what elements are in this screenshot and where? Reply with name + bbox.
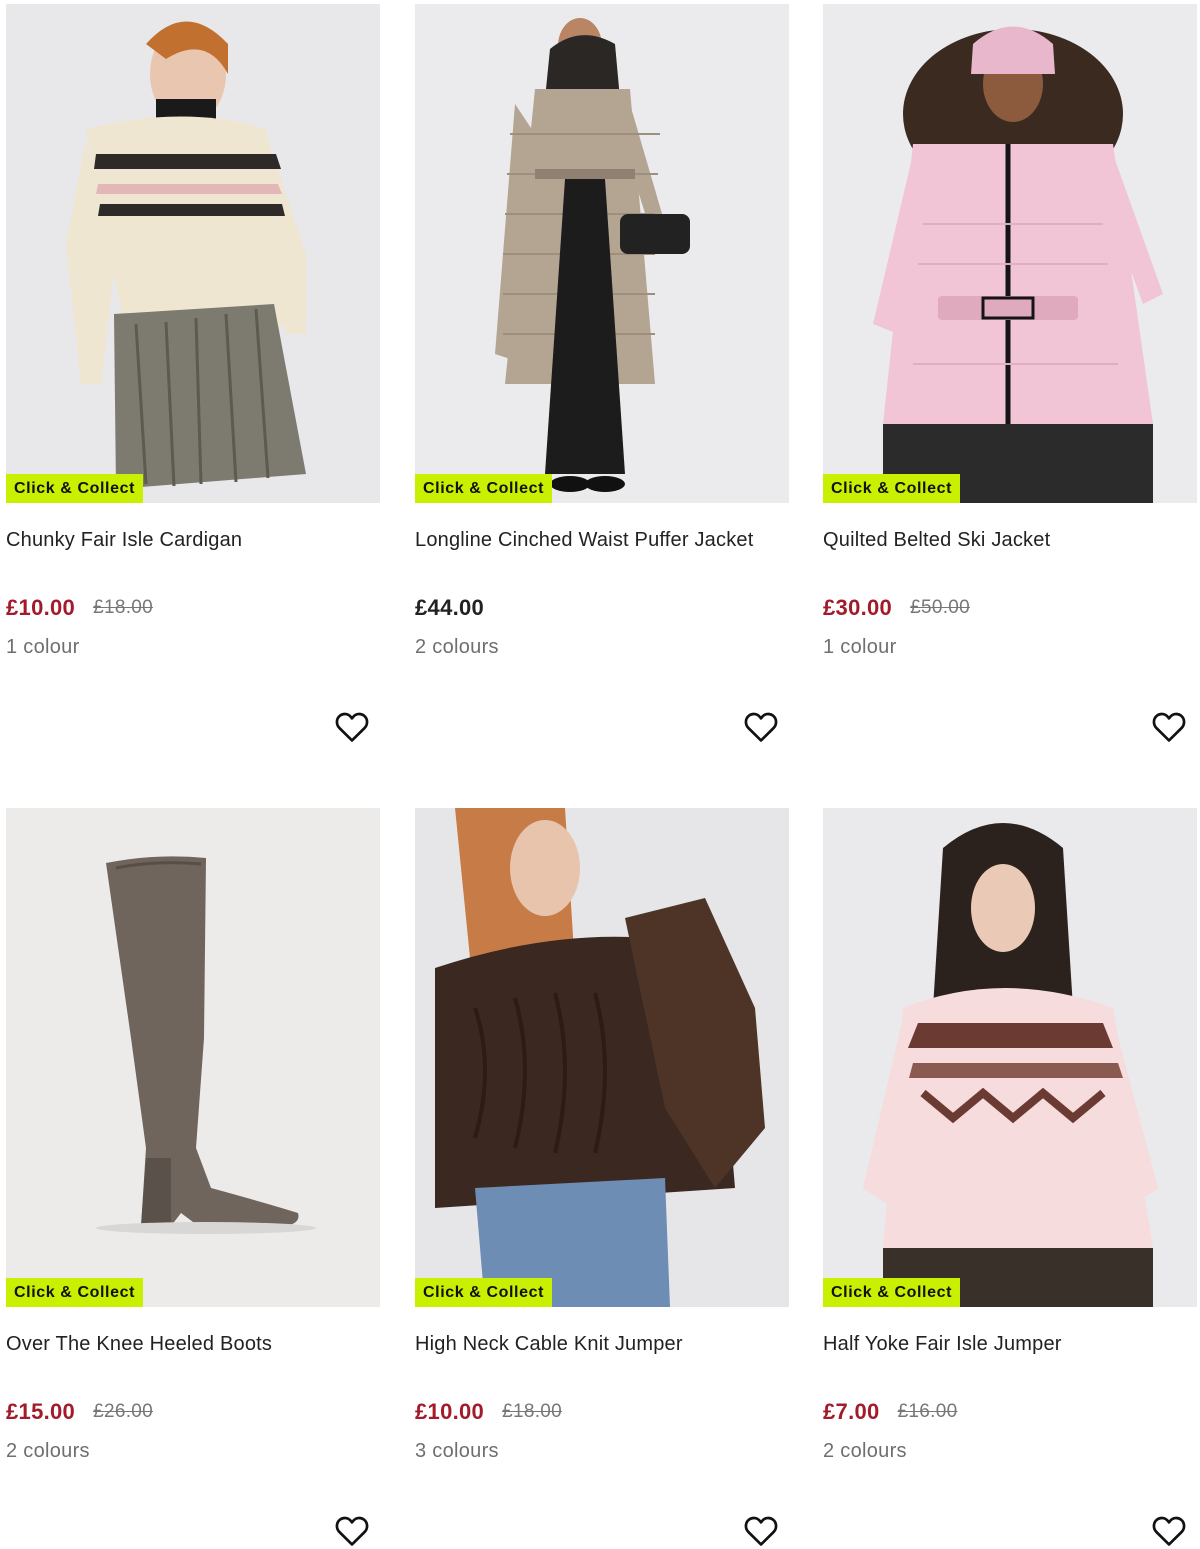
heart-outline-icon <box>744 1516 778 1546</box>
click-collect-badge: Click & Collect <box>823 474 961 503</box>
wishlist-button[interactable] <box>334 1513 370 1549</box>
product-grid: Click & Collect Chunky Fair Isle Cardiga… <box>0 0 1200 1549</box>
heart-outline-icon <box>744 712 778 742</box>
heart-outline-icon <box>335 1516 369 1546</box>
product-image[interactable]: Click & Collect <box>6 808 380 1307</box>
heart-outline-icon <box>1152 712 1186 742</box>
original-price: £18.00 <box>93 597 154 618</box>
click-collect-badge: Click & Collect <box>6 474 144 503</box>
product-card[interactable]: Click & Collect Quilted Belted Ski Jacke… <box>823 4 1197 794</box>
heart-outline-icon <box>1152 1516 1186 1546</box>
wishlist-button[interactable] <box>1151 1513 1187 1549</box>
colour-count: 2 colours <box>415 636 499 658</box>
product-card[interactable]: Click & Collect High Neck Cable Knit Jum… <box>415 808 789 1549</box>
product-card[interactable]: Click & Collect Chunky Fair Isle Cardiga… <box>6 4 380 794</box>
price: £44.00 <box>415 595 485 620</box>
sale-price: £30.00 <box>823 595 893 620</box>
product-title[interactable]: High Neck Cable Knit Jumper <box>415 1333 683 1356</box>
sale-price: £15.00 <box>6 1399 76 1424</box>
price-row: £10.00 £18.00 <box>415 1399 562 1425</box>
beige-long-puffer-jacket-photo <box>415 4 789 503</box>
product-card[interactable]: Click & Collect Half Yoke Fair Isle Jump… <box>823 808 1197 1549</box>
original-price: £16.00 <box>897 1401 958 1422</box>
colour-count: 1 colour <box>6 636 80 658</box>
brown-cable-knit-jumper-photo <box>415 808 789 1307</box>
product-image[interactable]: Click & Collect <box>823 808 1197 1307</box>
wishlist-button[interactable] <box>1151 709 1187 745</box>
click-collect-badge: Click & Collect <box>415 474 553 503</box>
product-image[interactable]: Click & Collect <box>415 4 789 503</box>
original-price: £18.00 <box>502 1401 563 1422</box>
product-title[interactable]: Over The Knee Heeled Boots <box>6 1333 272 1356</box>
product-card[interactable]: Click & Collect Over The Knee Heeled Boo… <box>6 808 380 1549</box>
product-title[interactable]: Half Yoke Fair Isle Jumper <box>823 1333 1062 1356</box>
click-collect-badge: Click & Collect <box>6 1278 144 1307</box>
original-price: £26.00 <box>93 1401 154 1422</box>
pink-fair-isle-jumper-photo <box>823 808 1197 1307</box>
product-title[interactable]: Longline Cinched Waist Puffer Jacket <box>415 529 754 552</box>
grey-suede-over-knee-boot-photo <box>6 808 380 1307</box>
wishlist-button[interactable] <box>743 709 779 745</box>
price-row: £15.00 £26.00 <box>6 1399 153 1425</box>
price-row: £44.00 <box>415 595 484 621</box>
sale-price: £10.00 <box>415 1399 485 1424</box>
product-title[interactable]: Chunky Fair Isle Cardigan <box>6 529 242 552</box>
cream-fair-isle-cardigan-photo <box>6 4 380 503</box>
sale-price: £7.00 <box>823 1399 880 1424</box>
original-price: £50.00 <box>910 597 971 618</box>
colour-count: 2 colours <box>823 1440 907 1462</box>
wishlist-button[interactable] <box>743 1513 779 1549</box>
click-collect-badge: Click & Collect <box>823 1278 961 1307</box>
product-card[interactable]: Click & Collect Longline Cinched Waist P… <box>415 4 789 794</box>
heart-outline-icon <box>335 712 369 742</box>
wishlist-button[interactable] <box>334 709 370 745</box>
product-title[interactable]: Quilted Belted Ski Jacket <box>823 529 1050 552</box>
product-image[interactable]: Click & Collect <box>415 808 789 1307</box>
pink-belted-ski-jacket-photo <box>823 4 1197 503</box>
product-image[interactable]: Click & Collect <box>6 4 380 503</box>
price-row: £30.00 £50.00 <box>823 595 970 621</box>
price-row: £7.00 £16.00 <box>823 1399 957 1425</box>
price-row: £10.00 £18.00 <box>6 595 153 621</box>
colour-count: 3 colours <box>415 1440 499 1462</box>
product-image[interactable]: Click & Collect <box>823 4 1197 503</box>
click-collect-badge: Click & Collect <box>415 1278 553 1307</box>
colour-count: 2 colours <box>6 1440 90 1462</box>
colour-count: 1 colour <box>823 636 897 658</box>
sale-price: £10.00 <box>6 595 76 620</box>
